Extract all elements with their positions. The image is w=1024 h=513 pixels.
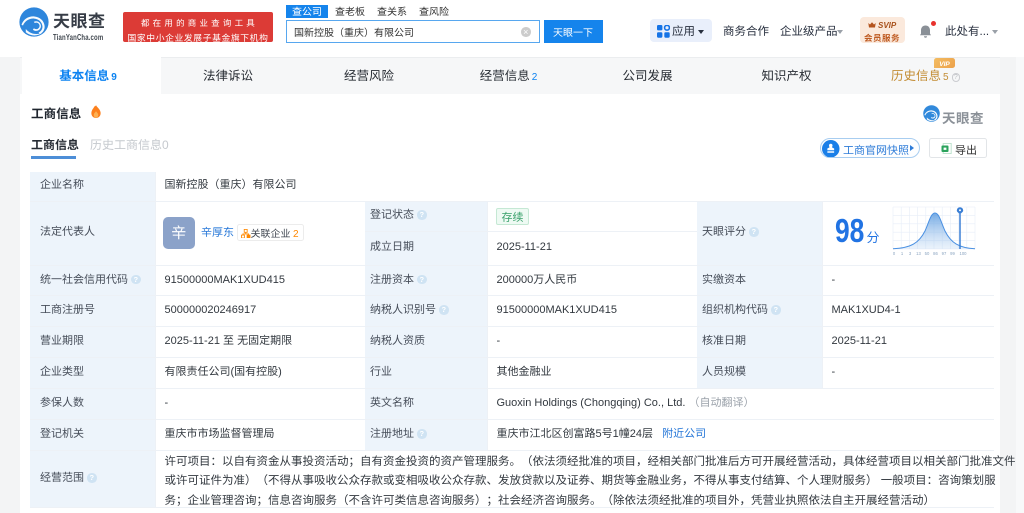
svg-text:0: 0 <box>893 251 896 256</box>
svg-text:13: 13 <box>916 251 921 256</box>
svg-text:97: 97 <box>942 251 947 256</box>
svg-text:99: 99 <box>950 251 955 256</box>
svg-text:86: 86 <box>933 251 938 256</box>
svg-text:1: 1 <box>901 251 904 256</box>
svg-text:3: 3 <box>909 251 912 256</box>
svg-text:50: 50 <box>925 251 930 256</box>
svg-text:100: 100 <box>960 251 968 256</box>
